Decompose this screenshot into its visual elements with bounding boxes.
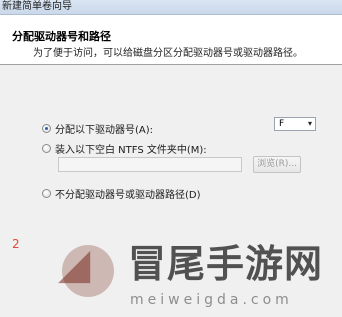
window-title: 新建简单卷向导 (2, 1, 72, 12)
drive-letter-select[interactable]: F ▾ (274, 117, 316, 131)
chevron-down-icon: ▾ (307, 119, 312, 128)
no-assign-radio[interactable] (42, 189, 51, 198)
mount-folder-label: 装入以下空白 NTFS 文件夹中(M): (55, 145, 207, 156)
assign-letter-option[interactable]: 分配以下驱动器号(A): (42, 121, 153, 136)
folder-path-input[interactable] (58, 157, 242, 172)
wizard-header: 分配驱动器号和路径 为了便于访问，可以给磁盘分区分配驱动器号或驱动器路径。 (0, 15, 342, 65)
watermark-url: meiweigda.com (130, 292, 293, 308)
drive-letter-value: F (279, 119, 285, 129)
assign-letter-label: 分配以下驱动器号(A): (55, 125, 154, 136)
window-titlebar: 新建简单卷向导 (0, 0, 342, 15)
step-annotation: 2 (12, 237, 20, 251)
page-title: 分配驱动器号和路径 (12, 30, 111, 43)
mount-folder-radio[interactable] (42, 144, 51, 153)
mount-folder-option[interactable]: 装入以下空白 NTFS 文件夹中(M): (42, 141, 207, 156)
no-assign-label: 不分配驱动器号或驱动器路径(D) (55, 190, 201, 201)
watermark-logo-icon: ◢ (58, 239, 91, 288)
no-assign-option[interactable]: 不分配驱动器号或驱动器路径(D) (42, 186, 201, 201)
browse-button[interactable]: 浏览(R)... (253, 156, 301, 173)
assign-letter-radio[interactable] (42, 124, 51, 133)
page-subtitle: 为了便于访问，可以给磁盘分区分配驱动器号或驱动器路径。 (33, 48, 303, 59)
watermark-text: 冒尾手游网 (128, 241, 324, 286)
